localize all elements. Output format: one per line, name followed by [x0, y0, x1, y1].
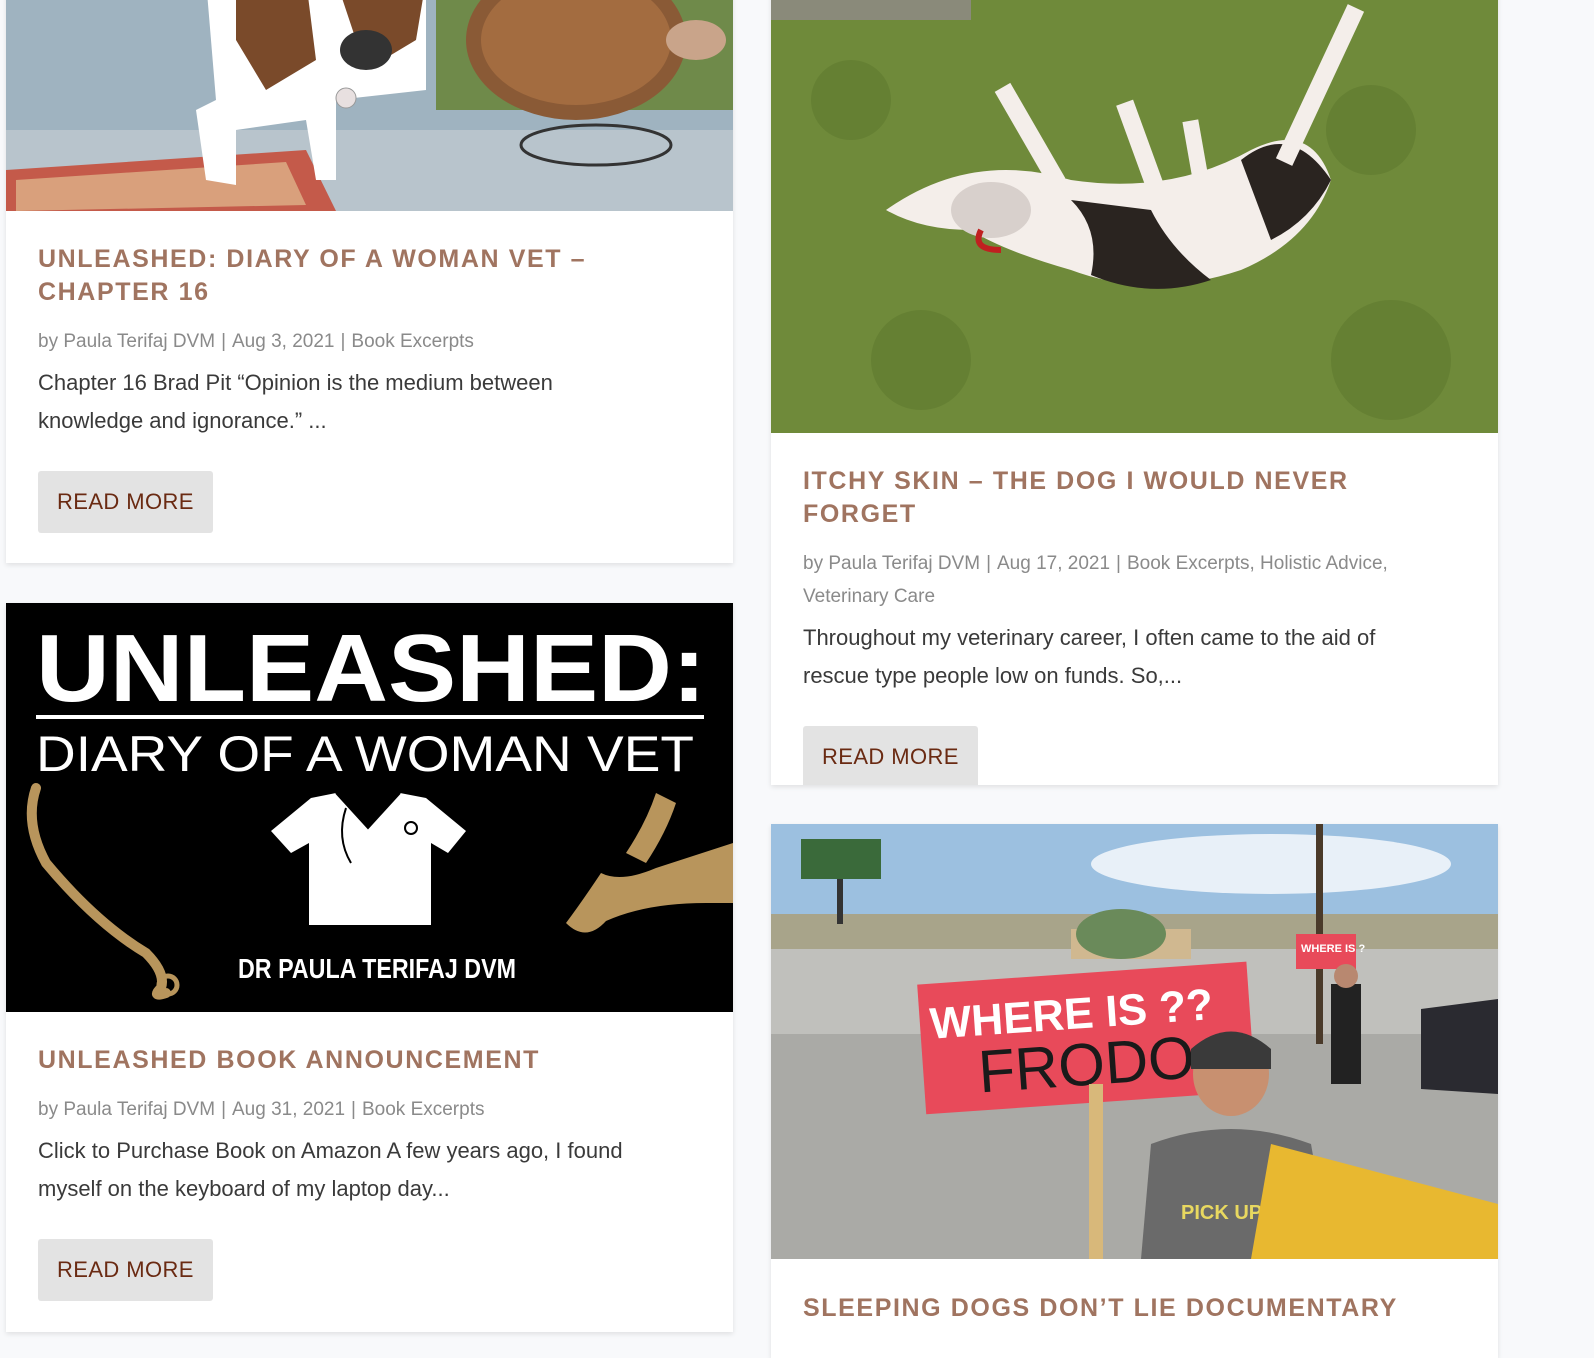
protest-image: WHERE IS ?? FRODO PICK UP CREW WHERE IS … [771, 824, 1498, 1259]
post-date: Aug 17, 2021 [997, 553, 1111, 574]
post-body: UNLEASHED BOOK ANNOUNCEMENT by Paula Ter… [6, 1044, 733, 1301]
post-body: UNLEASHED: DIARY OF A WOMAN VET – CHAPTE… [6, 243, 733, 533]
post-author-link[interactable]: by Paula Terifaj DVM [803, 553, 980, 574]
post-category-link[interactable]: Book Excerpts [362, 1099, 485, 1120]
banner-subtitle: DIARY OF A WOMAN VET [36, 726, 694, 782]
post-thumbnail-book-banner[interactable]: UNLEASHED: DIARY OF A WOMAN VET DR PAULA… [6, 603, 733, 1012]
post-card: UNLEASHED: DIARY OF A WOMAN VET DR PAULA… [6, 603, 733, 1332]
meta-separator: | [221, 331, 226, 352]
post-title-link[interactable]: UNLEASHED: DIARY OF A WOMAN VET – CHAPTE… [38, 243, 701, 309]
post-card: UNLEASHED: DIARY OF A WOMAN VET – CHAPTE… [6, 0, 733, 563]
post-body: SLEEPING DOGS DON’T LIE DOCUMENTARY [771, 1292, 1498, 1325]
post-author-link[interactable]: by Paula Terifaj DVM [38, 1099, 215, 1120]
banner-headline: UNLEASHED: [36, 615, 706, 722]
meta-separator: | [986, 553, 991, 574]
meta-separator: | [1116, 553, 1121, 574]
post-excerpt: Throughout my veterinary career, I often… [803, 625, 1376, 688]
banner-author: DR PAULA TERIFAJ DVM [238, 953, 516, 984]
post-date: Aug 3, 2021 [232, 331, 335, 352]
dog-rolling-image [771, 0, 1498, 433]
post-excerpt: Click to Purchase Book on Amazon A few y… [38, 1138, 623, 1201]
small-sign-text: WHERE IS ? [1301, 943, 1365, 955]
post-title-link[interactable]: UNLEASHED BOOK ANNOUNCEMENT [38, 1044, 701, 1077]
post-excerpt: Chapter 16 Brad Pit “Opinion is the medi… [38, 370, 553, 433]
post-meta: by Paula Terifaj DVM | Aug 17, 2021 | Book E… [803, 547, 1443, 613]
read-more-button[interactable]: READ MORE [38, 1239, 213, 1301]
meta-separator: | [340, 331, 346, 352]
dog-porch-image [6, 0, 733, 211]
post-thumbnail-dog-rolling[interactable] [771, 0, 1498, 433]
post-card: ITCHY SKIN – THE DOG I WOULD NEVER FORGE… [771, 0, 1498, 785]
post-title-link[interactable]: ITCHY SKIN – THE DOG I WOULD NEVER FORGE… [803, 465, 1466, 531]
read-more-button[interactable]: READ MORE [38, 471, 213, 533]
post-meta: by Paula Terifaj DVM | Aug 31, 2021 | Book E… [38, 1093, 701, 1126]
meta-separator: | [351, 1099, 356, 1120]
post-thumbnail-protest[interactable]: WHERE IS ?? FRODO PICK UP CREW WHERE IS … [771, 824, 1498, 1259]
post-card: WHERE IS ?? FRODO PICK UP CREW WHERE IS … [771, 824, 1498, 1358]
post-meta: by Paula Terifaj DVM | Aug 3, 2021 | Book Ex… [38, 325, 701, 358]
post-author-link[interactable]: by Paula Terifaj DVM [38, 331, 215, 352]
read-more-button[interactable]: READ MORE [803, 726, 978, 785]
post-title-link[interactable]: SLEEPING DOGS DON’T LIE DOCUMENTARY [803, 1292, 1466, 1325]
post-thumbnail-dog-on-porch[interactable] [6, 0, 733, 211]
post-category-link[interactable]: Book Excerpts [351, 331, 474, 352]
book-banner-image: UNLEASHED: DIARY OF A WOMAN VET DR PAULA… [6, 603, 733, 1012]
post-date: Aug 31, 2021 [232, 1099, 346, 1120]
meta-separator: | [221, 1099, 226, 1120]
post-body: ITCHY SKIN – THE DOG I WOULD NEVER FORGE… [771, 465, 1498, 785]
